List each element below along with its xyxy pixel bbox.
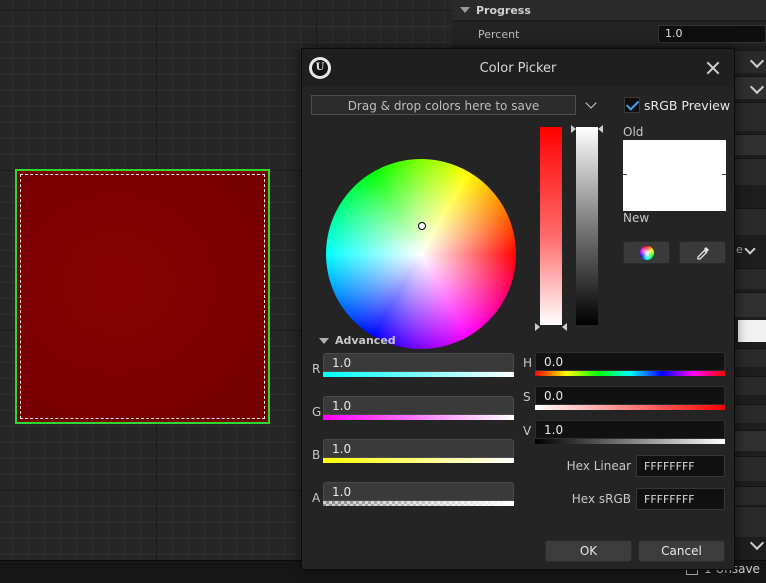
v-gradient-slider[interactable] [535,439,725,444]
g-gradient-slider[interactable] [323,415,514,420]
panel-strip [734,456,766,481]
dialog-titlebar[interactable]: U Color Picker [302,49,734,87]
v-input[interactable]: 1.0 [535,420,725,439]
srgb-preview-checkbox[interactable] [624,97,640,113]
panel-strip [734,102,766,131]
collapse-triangle-icon [460,7,470,13]
dropdown-fragment[interactable]: e [736,243,743,256]
hex-srgb-label: Hex sRGB [571,492,631,506]
r-input[interactable]: 1.0 [323,353,514,372]
color-dropzone[interactable]: Drag & drop colors here to save [311,95,576,115]
progress-category-header[interactable]: Progress [452,0,766,20]
hex-linear-label: Hex Linear [566,459,631,473]
s-input[interactable]: 0.0 [535,386,725,405]
panel-strip [734,486,766,505]
chevron-down-icon[interactable] [744,243,756,255]
chevron-down-icon[interactable] [585,97,597,109]
panel-strip [734,158,766,185]
a-gradient-slider[interactable] [323,501,514,506]
h-label: H [523,356,533,370]
g-label: G [312,405,322,419]
panel-strip [734,404,766,423]
h-gradient-slider[interactable] [535,371,725,376]
g-input[interactable]: 1.0 [323,396,514,415]
old-new-color-swatch[interactable] [623,140,726,211]
dialog-title: Color Picker [479,61,557,76]
color-wheel[interactable] [326,159,516,349]
panel-strip [734,134,766,155]
advanced-label: Advanced [335,334,396,347]
eyedropper-button[interactable] [679,241,726,264]
color-wheel-toggle-button[interactable] [623,241,670,264]
color-picker-dialog: U Color Picker Drag & drop colors here t… [301,48,735,570]
b-gradient-slider[interactable] [323,458,514,463]
srgb-preview-label: sRGB Preview [644,98,731,113]
percent-label: Percent [478,27,520,41]
chevron-down-icon[interactable] [749,535,765,551]
color-preview-strip[interactable] [738,320,766,342]
hex-linear-input[interactable]: FFFFFFFF [636,455,725,477]
color-wheel-icon [639,245,654,260]
color-wheel-cursor[interactable] [418,222,426,230]
r-gradient-slider[interactable] [323,372,514,377]
v-label: V [523,424,532,438]
r-label: R [312,362,321,376]
panel-strip [734,376,766,395]
percent-input[interactable]: 1.0 [658,25,766,43]
b-label: B [312,448,321,462]
saturation-slider[interactable] [540,127,562,325]
a-input[interactable]: 1.0 [323,482,514,501]
panel-strip [734,430,766,451]
s-gradient-slider[interactable] [535,405,725,410]
progress-bar-widget[interactable] [15,169,270,424]
new-color-label: New [623,211,650,225]
slider-marker-right[interactable] [562,323,567,331]
b-input[interactable]: 1.0 [323,439,514,458]
slider-marker-left[interactable] [535,323,540,331]
eyedropper-icon [696,246,709,260]
category-title: Progress [476,3,531,17]
a-label: A [312,491,321,505]
s-label: S [523,390,531,404]
old-color-label: Old [623,125,644,139]
advanced-section-header[interactable]: Advanced [319,334,396,347]
value-slider[interactable] [576,127,598,325]
panel-strip [734,292,766,317]
hex-srgb-input[interactable]: FFFFFFFF [636,488,725,510]
percent-row: Percent 1.0 [452,22,766,46]
slider-marker-left[interactable] [571,125,576,133]
ok-button[interactable]: OK [545,540,632,562]
collapse-triangle-icon [319,337,329,344]
panel-strip [734,506,766,537]
close-icon[interactable] [704,59,722,77]
h-input[interactable]: 0.0 [535,352,725,371]
cancel-button[interactable]: Cancel [638,540,725,562]
slider-marker-right[interactable] [598,125,603,133]
panel-strip [734,348,766,367]
panel-strip [734,208,766,235]
panel-strip [734,268,766,289]
